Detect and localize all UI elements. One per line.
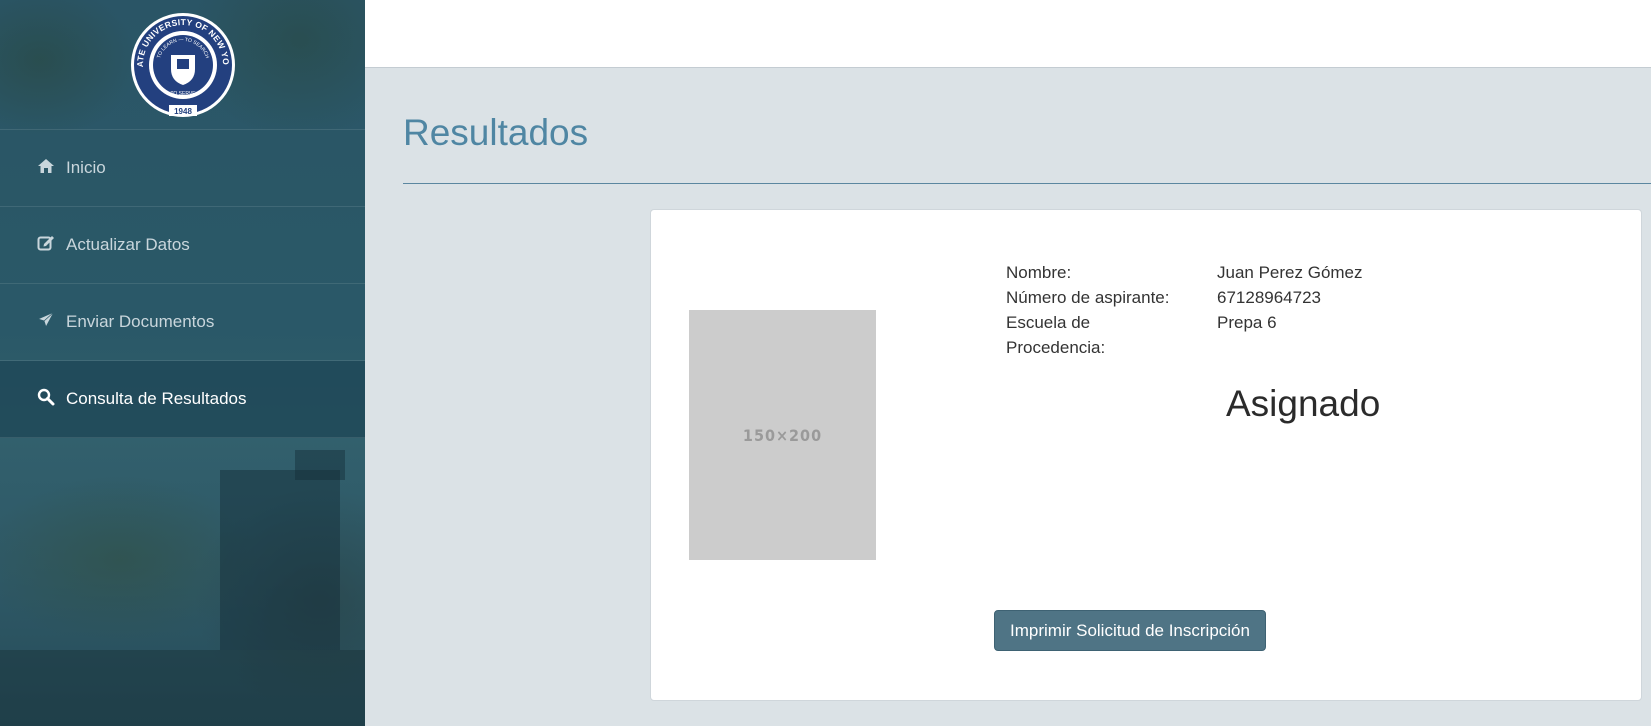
background-ground bbox=[0, 650, 365, 726]
school-label: Escuela de Procedencia: bbox=[1006, 313, 1106, 357]
send-icon bbox=[36, 310, 56, 330]
name-label: Nombre: bbox=[1006, 263, 1072, 282]
sidebar-item-enviar-documentos[interactable]: Enviar Documentos bbox=[0, 284, 365, 361]
page-title: Resultados bbox=[403, 112, 589, 153]
info-row-school: Escuela de Procedencia: Prepa 6 bbox=[1006, 310, 1363, 360]
result-card: 150×200 Nombre: Juan Perez Gómez Número … bbox=[650, 209, 1642, 701]
school-value: Prepa 6 bbox=[1217, 313, 1277, 332]
edit-icon bbox=[36, 233, 56, 253]
applicant-number-label: Número de aspirante: bbox=[1006, 288, 1170, 307]
sidebar-item-label: Inicio bbox=[66, 158, 106, 177]
sidebar-item-inicio[interactable]: Inicio bbox=[0, 130, 365, 207]
svg-text:TO SERVE: TO SERVE bbox=[170, 91, 196, 97]
background-building-top bbox=[295, 450, 345, 480]
name-value: Juan Perez Gómez bbox=[1217, 263, 1363, 282]
sidebar-item-actualizar-datos[interactable]: Actualizar Datos bbox=[0, 207, 365, 284]
assignment-status: Asignado bbox=[1226, 383, 1381, 424]
logo-area: STATE UNIVERSITY OF NEW YORK TO LEARN — … bbox=[0, 0, 365, 130]
background-building bbox=[220, 470, 340, 650]
sidebar-item-label: Enviar Documentos bbox=[66, 312, 215, 331]
applicant-photo-placeholder: 150×200 bbox=[689, 310, 876, 560]
info-row-name: Nombre: Juan Perez Gómez bbox=[1006, 260, 1363, 285]
info-row-applicant-number: Número de aspirante: 67128964723 bbox=[1006, 285, 1363, 310]
sidebar-item-label: Consulta de Resultados bbox=[66, 389, 247, 408]
search-icon bbox=[36, 387, 56, 407]
university-seal-logo: STATE UNIVERSITY OF NEW YORK TO LEARN — … bbox=[129, 11, 235, 117]
sidebar: STATE UNIVERSITY OF NEW YORK TO LEARN — … bbox=[0, 0, 365, 726]
sidebar-item-consulta-de-resultados[interactable]: Consulta de Resultados bbox=[0, 361, 365, 438]
sidebar-item-label: Actualizar Datos bbox=[66, 235, 190, 254]
title-divider bbox=[403, 183, 1651, 184]
applicant-number-value: 67128964723 bbox=[1217, 288, 1322, 307]
top-bar bbox=[365, 0, 1651, 68]
print-enrollment-button[interactable]: Imprimir Solicitud de Inscripción bbox=[994, 610, 1266, 651]
home-icon bbox=[36, 156, 56, 176]
svg-text:1948: 1948 bbox=[174, 107, 192, 116]
applicant-info: Nombre: Juan Perez Gómez Número de aspir… bbox=[1006, 260, 1363, 360]
photo-placeholder-text: 150×200 bbox=[742, 425, 823, 445]
